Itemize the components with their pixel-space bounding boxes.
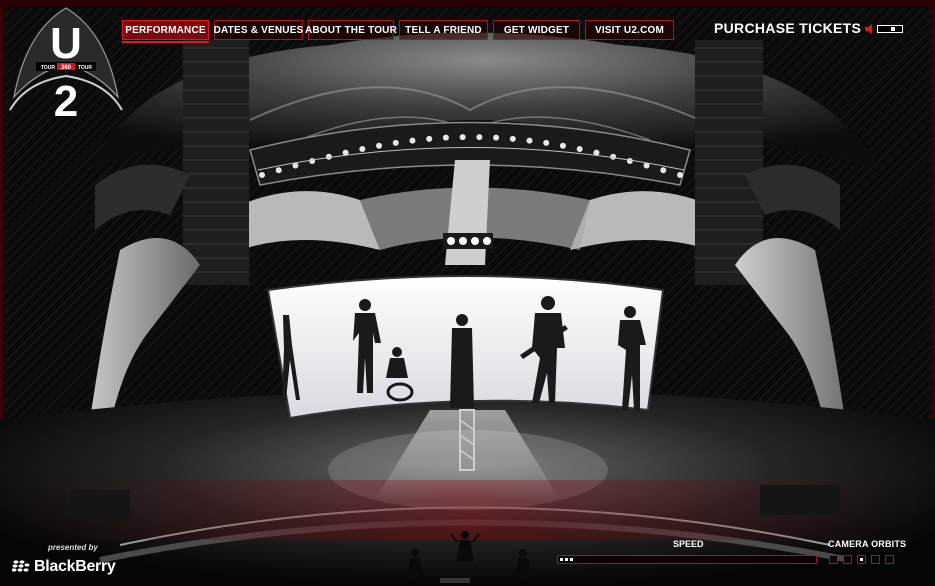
- speaker-icon: [865, 24, 872, 34]
- purchase-tickets-link[interactable]: PURCHASE TICKETS: [714, 20, 861, 36]
- nav-performance[interactable]: PERFORMANCE: [122, 20, 209, 43]
- volume-control[interactable]: [864, 23, 904, 35]
- stage-scene: [0, 0, 935, 586]
- nav-visit-u2[interactable]: VISIT U2.COM: [585, 20, 674, 40]
- nav-performance-label: PERFORMANCE: [125, 24, 206, 36]
- logo-tour-right: TOUR: [78, 65, 92, 71]
- camera-orbit-button-2[interactable]: [843, 555, 852, 564]
- speed-slider-fill: [560, 558, 573, 561]
- u2-360-logo[interactable]: U 2 TOUR 360 TOUR: [6, 2, 126, 120]
- nav-about-the-tour-label: ABOUT THE TOUR: [304, 24, 398, 36]
- camera-orbit-button-1[interactable]: [829, 555, 838, 564]
- speed-slider[interactable]: [557, 555, 817, 564]
- presented-by-text: presented by: [48, 543, 98, 552]
- nav-get-widget[interactable]: GET WIDGET: [493, 20, 580, 40]
- nav-get-widget-label: GET WIDGET: [503, 24, 570, 36]
- camera-orbit-button-3[interactable]: [857, 555, 866, 564]
- speed-segment: [560, 558, 563, 561]
- u2-360-tour-app: U 2 TOUR 360 TOUR PERFORMANCE DATES & VE…: [0, 0, 935, 586]
- logo-2: 2: [54, 77, 78, 120]
- blackberry-link[interactable]: BlackBerry: [12, 558, 116, 576]
- camera-orbit-button-5[interactable]: [885, 555, 894, 564]
- blackberry-logo-icon: [12, 560, 30, 572]
- volume-slider[interactable]: [877, 25, 903, 33]
- nav-dates-venues-label: DATES & VENUES: [213, 24, 304, 36]
- blackberry-brand-text: BlackBerry: [34, 558, 116, 575]
- camera-orbits-label: CAMERA ORBITS: [828, 539, 907, 549]
- nav-tell-a-friend-label: TELL A FRIEND: [405, 24, 482, 36]
- speed-segment: [565, 558, 568, 561]
- logo-tour-left: TOUR: [41, 65, 55, 71]
- camera-orbit-buttons: [829, 555, 894, 564]
- nav-about-the-tour[interactable]: ABOUT THE TOUR: [304, 20, 398, 40]
- speed-label: SPEED: [673, 539, 704, 549]
- logo-u: U: [50, 19, 82, 68]
- camera-orbit-button-4[interactable]: [871, 555, 880, 564]
- nav-visit-u2-label: VISIT U2.COM: [594, 24, 665, 36]
- volume-slider-knob[interactable]: [891, 27, 895, 31]
- nav-dates-venues[interactable]: DATES & VENUES: [214, 20, 303, 40]
- nav-tell-a-friend[interactable]: TELL A FRIEND: [399, 20, 488, 40]
- speed-segment: [570, 558, 573, 561]
- logo-tour-360: 360: [61, 65, 72, 71]
